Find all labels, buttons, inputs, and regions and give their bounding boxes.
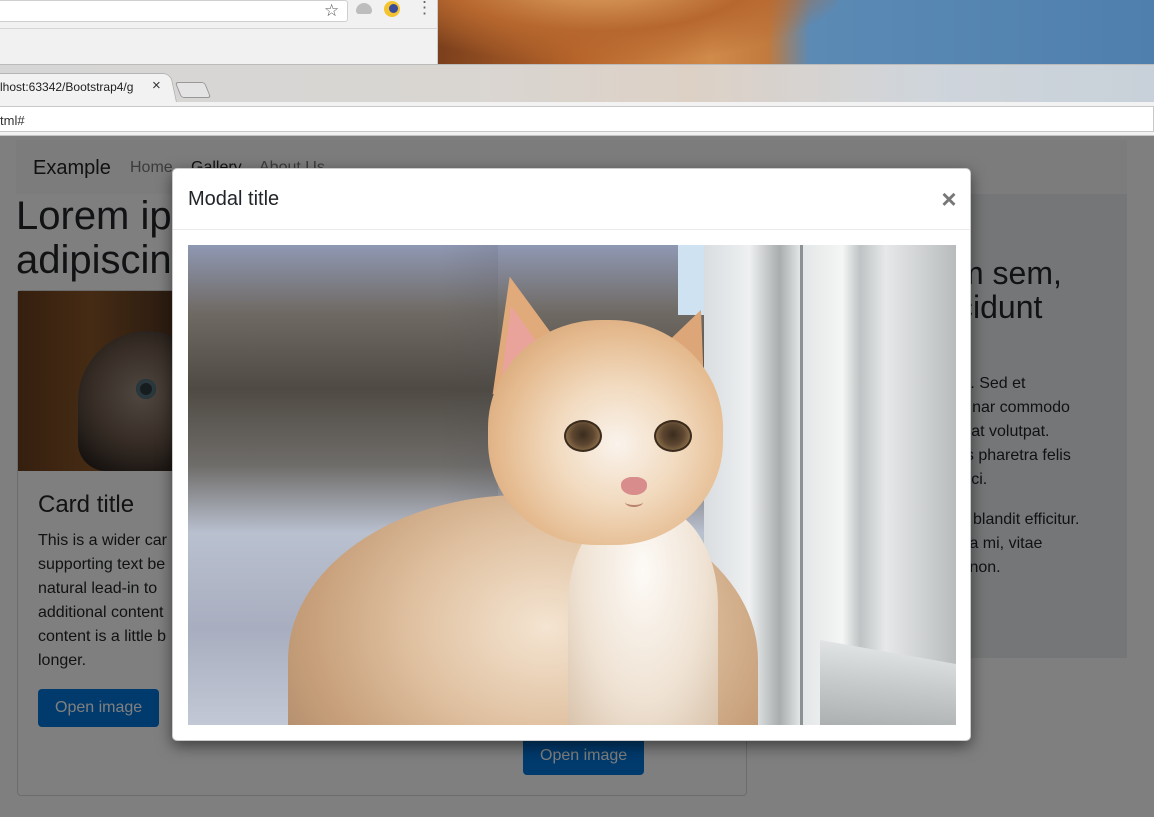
kitten-nose — [621, 477, 647, 495]
tab-title[interactable]: lhost:63342/Bootstrap4/g — [0, 80, 150, 94]
modal-close-icon[interactable]: × — [937, 184, 961, 214]
bookmark-star-icon[interactable]: ☆ — [324, 1, 339, 21]
photo-post-edge — [800, 245, 803, 725]
kitten-mouth — [625, 497, 643, 507]
address-text[interactable]: tml# — [0, 113, 25, 128]
image-modal: Modal title × — [172, 168, 971, 741]
tab-close-icon[interactable]: × — [152, 77, 161, 94]
modal-title: Modal title — [188, 188, 280, 210]
kitten-photo — [188, 245, 956, 725]
tab-strip: lhost:63342/Bootstrap4/g × — [0, 64, 1154, 103]
kitten-left-eye — [564, 420, 602, 452]
new-tab-button[interactable] — [174, 82, 212, 98]
divider — [0, 28, 438, 29]
address-bar[interactable]: tml# — [0, 106, 1154, 132]
desktop-wallpaper — [438, 0, 1154, 64]
background-address-bar[interactable] — [0, 0, 348, 22]
night-mode-extension-icon[interactable] — [384, 1, 400, 17]
modal-header: Modal title × — [173, 169, 970, 230]
background-browser-window: ☆ ⋮ — [0, 0, 438, 64]
kitten-right-eye — [654, 420, 692, 452]
drive-extension-icon[interactable] — [356, 3, 372, 14]
browser-menu-icon[interactable]: ⋮ — [416, 0, 433, 17]
toolbar: tml# — [0, 102, 1154, 136]
modal-body — [188, 245, 956, 725]
